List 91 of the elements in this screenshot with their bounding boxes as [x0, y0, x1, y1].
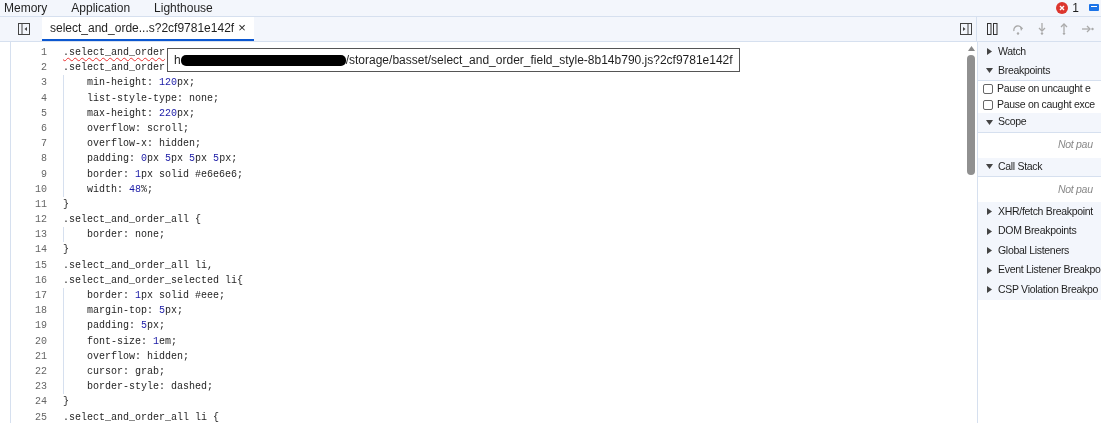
panel-tab[interactable]: Memory [4, 0, 48, 17]
code-line: list-style-type: none; [87, 91, 220, 106]
panel-tab[interactable]: Lighthouse [154, 0, 213, 17]
code-line: min-height: 120px; [87, 76, 196, 91]
file-tab[interactable]: select_and_orde...s?2cf9781e142f × [42, 17, 254, 41]
collapsed-triangle-icon [986, 227, 993, 235]
line-number: 17 [34, 289, 47, 303]
checkbox[interactable] [983, 84, 993, 94]
code-line: border: 1px solid #e6e6e6; [87, 167, 244, 182]
line-number: 11 [34, 197, 47, 212]
sidebar-toggle-icon[interactable] [18, 23, 30, 35]
code-line: .select_and_order [63, 46, 166, 60]
sidebar-toggle-icon[interactable] [960, 23, 972, 35]
line-number: 5 [40, 106, 47, 121]
status-note: Not pau [1058, 181, 1093, 197]
code-line: font-size: 1em; [87, 334, 178, 349]
code-line: overflow-x: hidden; [87, 137, 202, 152]
line-number: 6 [40, 121, 47, 136]
line-number: 18 [34, 304, 47, 319]
code-line: border: none; [87, 228, 165, 243]
section-header[interactable]: DOM Breakpoints [978, 221, 1101, 241]
collapsed-triangle-icon [986, 208, 993, 216]
line-number: 21 [34, 349, 47, 364]
line-number: 10 [34, 182, 47, 197]
expanded-triangle-icon [986, 67, 993, 75]
code-line: max-height: 220px; [87, 106, 196, 121]
code-line: .select_and_order [63, 61, 166, 76]
line-number: 3 [40, 76, 47, 91]
tooltip-text: /storage/basset/select_and_order_field_style-8b14b790.js?2cf9781e142f [345, 52, 733, 69]
section-header[interactable]: Event Listener Breakpo [978, 260, 1101, 280]
panel-tab[interactable]: Application [71, 0, 131, 17]
line-number: 20 [34, 334, 47, 349]
line-number: 16 [34, 273, 47, 288]
code-line: .select_and_order_all li { [63, 410, 220, 423]
code-line: margin-top: 5px; [87, 304, 184, 319]
line-number: 7 [40, 137, 47, 152]
section-header[interactable]: Scope [978, 113, 1101, 133]
checkbox-label: Pause on uncaught e [997, 81, 1091, 97]
code-line: cursor: grab; [87, 364, 165, 379]
code-line: border: 1px solid #eee; [87, 289, 226, 303]
line-number: 22 [34, 364, 47, 379]
step-out-icon[interactable] [1060, 23, 1068, 35]
expanded-triangle-icon [986, 118, 993, 126]
collapsed-triangle-icon [986, 266, 993, 274]
code-line: border-style: dashed; [87, 380, 214, 395]
collapsed-triangle-icon [986, 286, 993, 294]
scrollbar-thumb[interactable] [967, 55, 975, 175]
line-number: 19 [34, 319, 47, 334]
expanded-triangle-icon [986, 163, 993, 171]
error-count[interactable]: 1 [1072, 0, 1079, 17]
code-line: padding: 0px 5px 5px 5px; [87, 152, 238, 167]
step-icon[interactable] [1082, 25, 1094, 33]
section-header[interactable]: Global Listeners [978, 241, 1101, 261]
collapsed-triangle-icon [986, 247, 993, 255]
collapsed-triangle-icon [986, 48, 993, 56]
code-line: overflow: scroll; [87, 121, 190, 136]
line-number: 25 [34, 410, 47, 423]
step-over-icon[interactable] [1012, 23, 1024, 35]
code-line: .select_and_order_all { [63, 213, 202, 228]
section-header[interactable]: Breakpoints [978, 61, 1101, 81]
code-line: } [63, 197, 69, 212]
line-number: 1 [40, 46, 47, 60]
line-number: 9 [40, 167, 47, 182]
line-number: 24 [34, 395, 47, 410]
line-number: 14 [34, 243, 47, 258]
line-number: 2 [40, 61, 47, 76]
close-button[interactable]: × [238, 18, 246, 38]
code-line: .select_and_order_all li, [63, 258, 214, 273]
code-line: } [63, 243, 69, 258]
status-note: Not pau [1058, 137, 1093, 153]
code-line: .select_and_order_selected li{ [63, 273, 244, 288]
section-header[interactable]: Watch [978, 42, 1101, 62]
code-line: padding: 5px; [87, 319, 166, 334]
pause-icon[interactable] [987, 23, 998, 35]
tooltip-text: h [174, 52, 181, 69]
code-line: width: 48%; [87, 182, 154, 197]
checkbox-label: Pause on caught exce [997, 97, 1095, 113]
section-header[interactable]: Call Stack [978, 157, 1101, 177]
scroll-up-icon[interactable] [967, 46, 975, 51]
line-number: 4 [40, 91, 47, 106]
section-header[interactable]: XHR/fetch Breakpoint [978, 202, 1101, 222]
section-header[interactable]: CSP Violation Breakpo [978, 280, 1101, 300]
checkbox[interactable] [983, 100, 993, 110]
line-number: 8 [40, 152, 47, 167]
code-line: } [63, 395, 69, 410]
code-line: overflow: hidden; [87, 349, 190, 364]
line-number: 12 [34, 213, 47, 228]
line-number: 15 [34, 258, 47, 273]
line-number: 23 [34, 380, 47, 395]
line-number: 13 [34, 228, 47, 243]
step-into-icon[interactable] [1038, 23, 1046, 35]
